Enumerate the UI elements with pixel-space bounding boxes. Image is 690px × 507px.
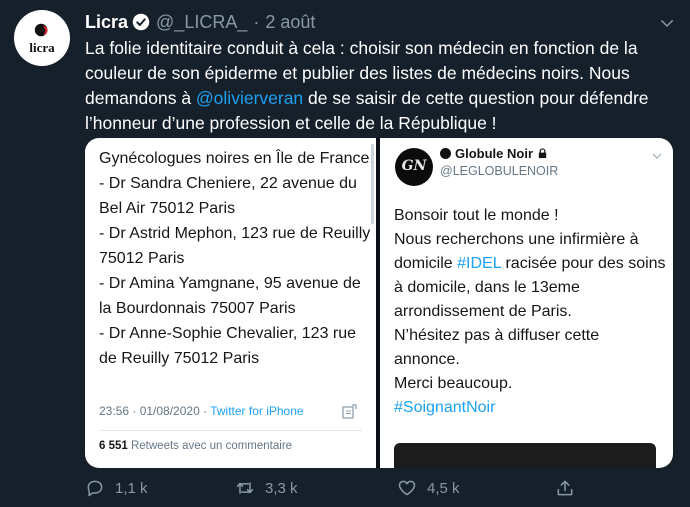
- list-line: - Dr Anne-Sophie Chevalier, 123 rue de R…: [99, 325, 357, 367]
- screenshot-source: Twitter for iPhone: [210, 404, 304, 418]
- globule-name: Globule Noir: [455, 146, 533, 161]
- mention-link[interactable]: @olivierveran: [196, 88, 303, 108]
- avatar-logo-text: licra: [29, 40, 55, 55]
- lock-icon: [538, 148, 547, 159]
- reply-icon: [87, 480, 103, 497]
- screenshot-timestamp: 23:56 · 01/08/2020 ·: [99, 404, 211, 418]
- reply-count: 1,1 k: [115, 479, 148, 497]
- reply-button[interactable]: 1,1 k: [85, 478, 148, 498]
- embedded-media: [394, 443, 656, 468]
- divider: [99, 430, 362, 431]
- tweet-header: Licra @_LICRA_ · 2 août: [85, 10, 315, 34]
- header-separator: ·: [253, 11, 260, 32]
- globule-handle: @LEGLOBULENOIR: [440, 164, 559, 178]
- tweet-actions: 1,1 k 3,3 k 4,5 k: [85, 478, 585, 502]
- author-handle[interactable]: @_LICRA_: [156, 12, 247, 33]
- text-line: Bonsoir tout le monde !: [394, 207, 559, 224]
- text-line: N’hésitez pas à diffuser cette annonce.: [394, 327, 600, 368]
- tweet-date[interactable]: 2 août: [265, 12, 315, 33]
- author-name[interactable]: Licra: [85, 12, 128, 33]
- list-line: Gynécologues noires en Île de France.: [99, 150, 374, 167]
- chevron-down-icon[interactable]: [658, 14, 676, 32]
- heart-icon: [398, 480, 416, 496]
- quote-count: 6 551: [99, 440, 128, 452]
- scrollbar: [371, 144, 374, 224]
- screenshot-meta: 23:56 · 01/08/2020 · Twitter for iPhone: [99, 404, 304, 418]
- upload-icon: [557, 480, 573, 496]
- text-line: Merci beaucoup.: [394, 375, 513, 392]
- list-line: - Dr Sandra Cheniere, 22 avenue du Bel A…: [99, 175, 357, 217]
- share-icon: [342, 404, 357, 419]
- retweet-button[interactable]: 3,3 k: [235, 478, 298, 498]
- hashtag-soignantnoir: #SoignantNoir: [394, 399, 496, 416]
- hashtag-idel: #IDEL: [457, 255, 502, 272]
- retweet-count: 3,3 k: [265, 479, 298, 497]
- chevron-down-icon: [652, 153, 662, 159]
- quote-label: Retweets avec un commentaire: [127, 440, 293, 452]
- retweet-icon: [236, 482, 254, 494]
- retweet-quotes: 6 551 Retweets avec un commentaire: [99, 440, 292, 452]
- author-avatar[interactable]: licra: [14, 10, 70, 66]
- tweet-text: La folie identitaire conduit à cela : ch…: [85, 36, 675, 136]
- like-button[interactable]: 4,5 k: [397, 478, 460, 498]
- globule-avatar: GN: [395, 148, 433, 186]
- licra-logo-icon: [34, 23, 48, 37]
- text-line: Nous recherchons une infirmière à domici…: [394, 228, 668, 324]
- black-circle-icon: [440, 148, 451, 159]
- screenshot-right[interactable]: GN Globule Noir @LEGLOBULENOIR Bonsoir t…: [380, 138, 673, 468]
- share-button[interactable]: [555, 478, 585, 498]
- screenshot-left[interactable]: Gynécologues noires en Île de France. - …: [85, 138, 376, 468]
- globule-tweet-text: Bonsoir tout le monde ! Nous recherchons…: [394, 204, 668, 420]
- doctor-list: Gynécologues noires en Île de France. - …: [99, 146, 374, 371]
- tweet-media[interactable]: Gynécologues noires en Île de France. - …: [85, 138, 673, 468]
- list-line: - Dr Amina Yamgnane, 95 avenue de la Bou…: [99, 275, 361, 317]
- like-count: 4,5 k: [427, 479, 460, 497]
- globule-avatar-text: GN: [401, 158, 427, 174]
- list-line: - Dr Astrid Mephon, 123 rue de Reuilly 7…: [99, 225, 371, 267]
- globule-name-row: Globule Noir: [440, 146, 548, 161]
- verified-badge-icon: [132, 13, 150, 31]
